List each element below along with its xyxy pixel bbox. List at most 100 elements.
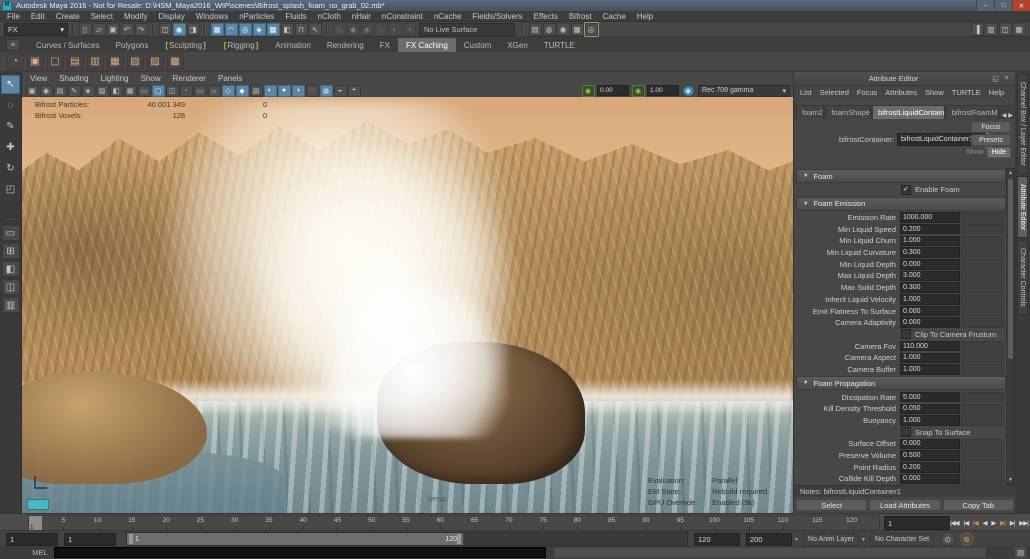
attribute-value-field[interactable]: 0.000 (900, 439, 960, 450)
make-live-icon[interactable]: ◧ (281, 23, 294, 36)
panel-menu-view[interactable]: View (30, 74, 47, 83)
attribute-slider[interactable] (961, 306, 1004, 317)
range-end-handle[interactable] (457, 534, 461, 544)
attribute-value-field[interactable]: 0.050 (900, 404, 960, 415)
attribute-slider[interactable] (961, 317, 1004, 328)
animation-start-field[interactable]: 1 (6, 533, 58, 546)
film-gate-icon[interactable]: ▭ (138, 85, 151, 97)
tab-scroll-right-icon[interactable]: ▶ (1008, 112, 1013, 119)
redo-icon[interactable]: ↷ (135, 23, 148, 36)
attribute-value-field[interactable]: 3.000 (900, 271, 960, 282)
ambient-occlusion-icon[interactable]: ◑ (292, 85, 305, 97)
bifrost-marker-icon[interactable]: ◔ (7, 53, 24, 70)
attribute-value-field[interactable]: 1.000 (900, 364, 960, 375)
render-settings-icon[interactable]: ▦ (571, 23, 584, 36)
attribute-slider[interactable] (961, 271, 1004, 282)
attribute-value-field[interactable]: 110.000 (900, 341, 960, 352)
menu-cache[interactable]: Cache (603, 12, 626, 21)
open-scene-icon[interactable]: ▱ (93, 23, 106, 36)
checkbox-clip-to-camera-frustum[interactable] (901, 329, 911, 339)
colorspace-dropdown[interactable]: Rec 709 gamma ▾ (698, 85, 790, 97)
menu-file[interactable]: File (7, 12, 20, 21)
ae-tab-foamshape2[interactable]: foamShape2 (825, 105, 871, 119)
color-management-icon[interactable]: ◉ (682, 85, 695, 97)
render-current-frame-icon[interactable]: ◍ (543, 23, 556, 36)
shadows-icon[interactable]: ● (278, 85, 291, 97)
current-frame-marker[interactable]: 1 (29, 516, 42, 531)
tab-scroll-left-icon[interactable]: ◀ (1002, 112, 1007, 119)
float-panel-icon[interactable]: ◱ (991, 74, 1000, 83)
shaded-icon[interactable]: ◆ (236, 85, 249, 97)
play-backwards-button[interactable]: ◀ (983, 519, 987, 527)
attribute-value-field[interactable]: 5.000 (900, 392, 960, 403)
attribute-slider[interactable] (961, 224, 1004, 235)
menu-help[interactable]: Help (637, 12, 653, 21)
new-scene-icon[interactable]: ▯ (79, 23, 92, 36)
ae-menu-list[interactable]: List (800, 88, 812, 97)
attribute-slider[interactable] (961, 462, 1004, 473)
snap-grid-icon[interactable]: ▦ (211, 23, 224, 36)
motion-blur-icon[interactable]: ◌ (306, 85, 319, 97)
replace-cache-icon[interactable]: ▧ (127, 53, 144, 70)
image-plane-icon[interactable]: ▨ (96, 85, 109, 97)
use-all-lights-icon[interactable]: ◐ (264, 85, 277, 97)
shelf-tab-custom[interactable]: Custom (456, 38, 500, 52)
attribute-value-field[interactable]: 1.000 (900, 294, 960, 305)
select-component-icon[interactable]: ◨ (187, 23, 200, 36)
rotate-tool-icon[interactable]: ↻ (1, 159, 20, 178)
scroll-up-icon[interactable]: ▲ (1007, 170, 1014, 176)
channel-box-toggle-icon[interactable]: ◫ (999, 23, 1012, 36)
menu-nconstraint[interactable]: nConstraint (382, 12, 423, 21)
shelf-tab-xgen[interactable]: XGen (499, 38, 535, 52)
shelf-tab-curves-surfaces[interactable]: Curves / Surfaces (28, 38, 108, 52)
merge-cache-icon[interactable]: ▦ (107, 53, 124, 70)
lasso-tool-icon[interactable]: ◌ (1, 96, 20, 115)
wireframe-icon[interactable]: ◇ (222, 85, 235, 97)
animation-preferences-icon[interactable]: ⊛ (960, 532, 974, 546)
menu-nparticles[interactable]: nParticles (239, 12, 274, 21)
menu-effects[interactable]: Effects (534, 12, 558, 21)
shelf-tab-fx-caching[interactable]: FX Caching (398, 38, 456, 52)
range-slider-track[interactable]: 1 120 (126, 532, 688, 546)
copy-tab-button[interactable]: Copy Tab (943, 499, 1014, 511)
save-scene-icon[interactable]: ▣ (107, 23, 120, 36)
export-cache-icon[interactable]: ▩ (167, 53, 184, 70)
ae-tab-bifrostliquidcontainer1[interactable]: bifrostLiquidContainer1 (872, 105, 945, 119)
attribute-value-field[interactable]: 1.000 (900, 353, 960, 364)
shelf-tab-rendering[interactable]: Rendering (319, 38, 372, 52)
attribute-value-field[interactable]: 0.000 (900, 317, 960, 328)
select-hierarchy-icon[interactable]: ◫ (159, 23, 172, 36)
attribute-value-field[interactable]: 0.000 (900, 474, 960, 485)
ipr-render-icon[interactable]: ◉ (557, 23, 570, 36)
shelf-tab-fx[interactable]: FX (372, 38, 398, 52)
script-editor-icon[interactable]: ▤ (1014, 546, 1027, 559)
step-forward-key-button[interactable]: ▶| (1000, 519, 1005, 527)
attribute-slider[interactable] (961, 212, 1004, 223)
tool-settings-toggle-icon[interactable]: ▥ (985, 23, 998, 36)
minimize-button[interactable]: – (976, 0, 994, 11)
attribute-slider[interactable] (961, 247, 1004, 258)
attribute-slider[interactable] (961, 259, 1004, 270)
attribute-slider[interactable] (961, 353, 1004, 364)
attribute-slider[interactable] (961, 341, 1004, 352)
go-to-end-button[interactable]: ▶▶| (1019, 519, 1028, 527)
step-back-key-button[interactable]: |◀ (973, 519, 978, 527)
attribute-slider[interactable] (961, 474, 1004, 485)
attribute-slider[interactable] (961, 450, 1004, 461)
shelf-tab-polygons[interactable]: Polygons (108, 38, 157, 52)
isolate-select-icon[interactable]: ◓ (348, 85, 361, 97)
four-pane-layout-icon[interactable]: ⊞ (2, 243, 20, 259)
bookmark-icon[interactable]: ◈ (82, 85, 95, 97)
focus-button[interactable]: Focus (971, 121, 1011, 133)
shelf-tab-sculpting[interactable]: [Sculpting] (157, 38, 215, 52)
render-view-icon[interactable]: ▤ (529, 23, 542, 36)
textured-icon[interactable]: ▧ (250, 85, 263, 97)
highlight-selection-icon[interactable]: ↖ (309, 23, 322, 36)
depth-of-field-icon[interactable]: ◒ (334, 85, 347, 97)
safe-title-icon[interactable]: ▭ (194, 85, 207, 97)
play-forwards-button[interactable]: ▶ (991, 519, 995, 527)
undo-icon[interactable]: ↶ (121, 23, 134, 36)
attribute-slider[interactable] (961, 364, 1004, 375)
select-tool-icon[interactable]: ↖ (1, 75, 20, 94)
two-d-pan-zoom-icon[interactable]: ◧ (110, 85, 123, 97)
